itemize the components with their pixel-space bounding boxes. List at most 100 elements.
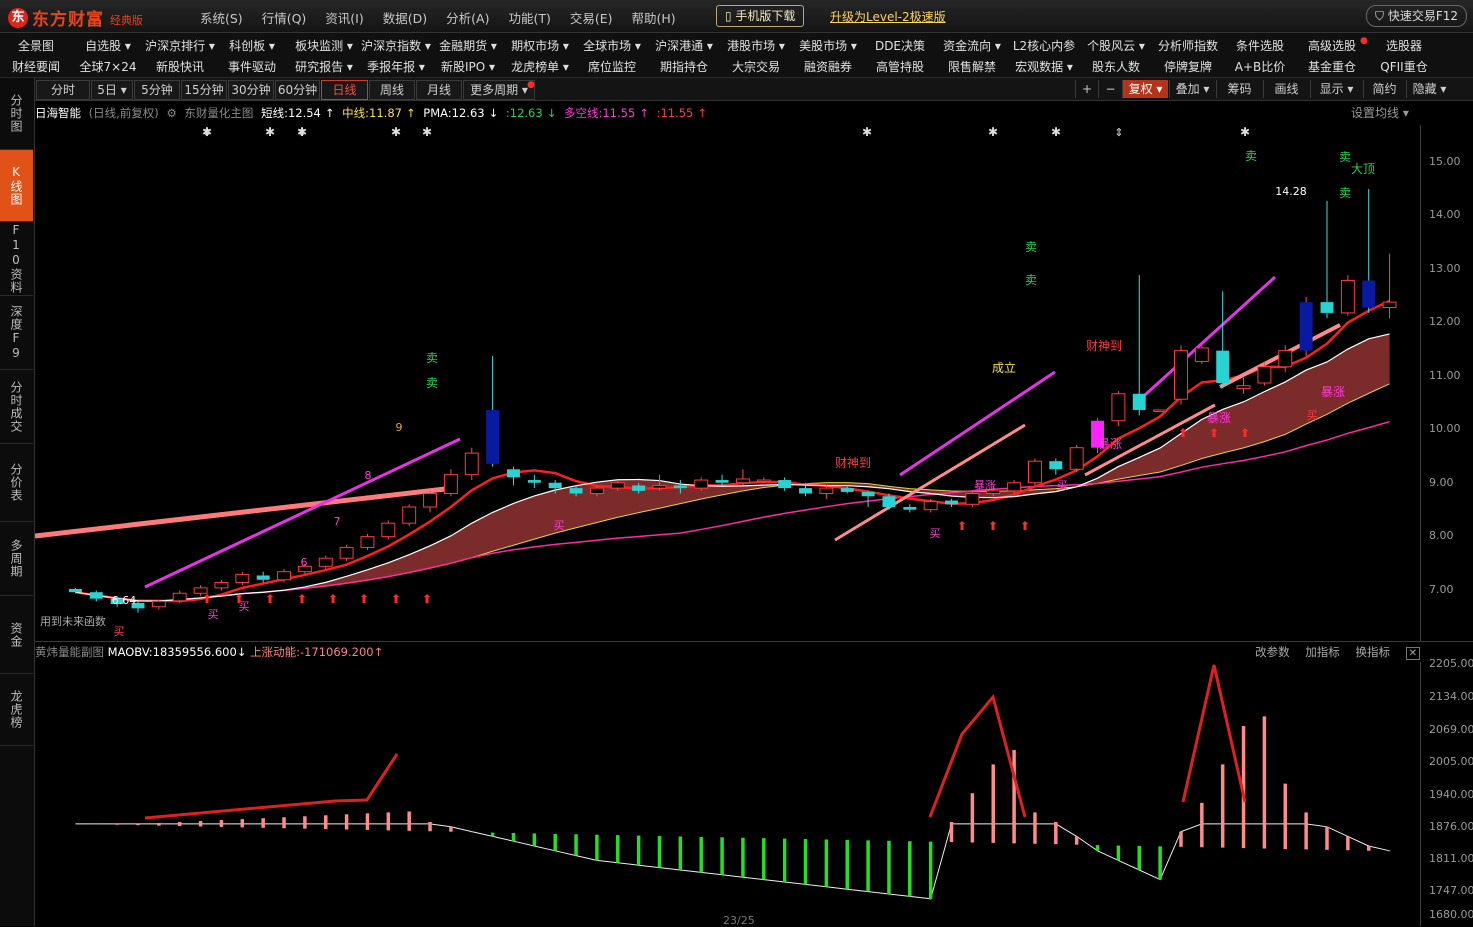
nav-item[interactable]: 财经要闻 [0, 57, 72, 77]
chart-tool-button[interactable]: 画线 [1263, 80, 1309, 98]
switch-indicator-button[interactable]: 换指标 [1355, 645, 1390, 659]
period-button[interactable]: 15分钟 [181, 80, 227, 100]
count-label: 6 [301, 556, 308, 569]
nav-item[interactable]: 新股快讯 [144, 57, 216, 77]
nav-item[interactable]: 期权市场 ▾ [504, 36, 576, 56]
nav-item[interactable]: DDE决策 [864, 36, 936, 56]
nav-item[interactable]: 条件选股 [1224, 36, 1296, 56]
period-button[interactable]: 30分钟 [228, 80, 274, 100]
period-button[interactable]: 月线 [416, 80, 462, 100]
sub-indicator-name[interactable]: 黄炜量能副图 [35, 645, 104, 659]
nav-item[interactable]: 全球7×24 [72, 57, 144, 77]
sidebar-tab[interactable]: 分时成交 [0, 370, 33, 444]
top-menu-item[interactable]: 分析(A) [446, 8, 489, 27]
nav-item[interactable]: 科创板 ▾ [216, 36, 288, 56]
nav-item[interactable]: 美股市场 ▾ [792, 36, 864, 56]
nav-item[interactable]: 沪深京指数 ▾ [360, 36, 432, 56]
candle-body [1069, 447, 1084, 470]
chart-tool-button[interactable]: 隐藏 ▾ [1406, 80, 1452, 98]
sidebar-tab[interactable]: 分时图 [0, 78, 33, 150]
period-button[interactable]: 分时 [36, 80, 90, 100]
nav-item[interactable]: 期指持仓 [648, 57, 720, 77]
volume-sub-chart[interactable] [35, 662, 1420, 924]
caishen-signal-label: 财神到 [835, 456, 871, 470]
nav-item[interactable]: 基金重仓 [1296, 57, 1368, 77]
nav-item[interactable]: 分析师指数 [1152, 36, 1224, 56]
nav-item[interactable]: 事件驱动 [216, 57, 288, 77]
nav-item[interactable]: 港股市场 ▾ [720, 36, 792, 56]
nav-item[interactable]: 个股风云 ▾ [1080, 36, 1152, 56]
nav-item[interactable]: 席位监控 [576, 57, 648, 77]
nav-item[interactable]: 全景图 [0, 36, 72, 56]
sidebar-tab[interactable]: 资金 [0, 596, 33, 674]
chart-tool-button[interactable]: − [1098, 80, 1122, 98]
nav-item[interactable]: 大宗交易 [720, 57, 792, 77]
nav-item[interactable]: 自选股 ▾ [72, 36, 144, 56]
top-menu-item[interactable]: 交易(E) [570, 8, 613, 27]
top-menu-item[interactable]: 帮助(H) [632, 8, 676, 27]
nav-item[interactable]: 停牌复牌 [1152, 57, 1224, 77]
nav-item[interactable]: 金融期货 ▾ [432, 36, 504, 56]
future-function-note: 用到未来函数 [40, 615, 106, 628]
period-button[interactable]: 周线 [369, 80, 415, 100]
add-indicator-button[interactable]: 加指标 [1305, 645, 1340, 659]
sidebar-tab[interactable]: 多周期 [0, 522, 33, 596]
stock-name[interactable]: 日海智能 [35, 106, 81, 120]
chart-tool-button[interactable]: 显示 ▾ [1310, 80, 1362, 98]
period-button[interactable]: 5日 ▾ [91, 80, 133, 100]
period-button[interactable]: 60分钟 [275, 80, 320, 100]
top-menu-item[interactable]: 功能(T) [508, 8, 550, 27]
sidebar-tab[interactable]: 龙虎榜 [0, 674, 33, 746]
nav-item[interactable]: 融资融券 [792, 57, 864, 77]
indicator-name[interactable]: 东财量化主图 [184, 106, 253, 120]
period-button[interactable]: 5分钟 [134, 80, 180, 100]
nav-item[interactable]: 高级选股 [1296, 36, 1368, 56]
nav-item[interactable]: 限售解禁 [936, 57, 1008, 77]
nav-item[interactable]: QFII重仓 [1368, 57, 1440, 77]
sidebar-tab[interactable]: 深度F9 [0, 296, 33, 370]
nav-item[interactable]: L2核心内参 [1008, 36, 1080, 56]
nav-item[interactable]: 选股器 [1368, 36, 1440, 56]
nav-item[interactable]: 龙虎榜单 ▾ [504, 57, 576, 77]
nav-item[interactable]: 板块监测 ▾ [288, 36, 360, 56]
sidebar-tab[interactable]: K线图 [0, 150, 33, 222]
nav-item[interactable]: 研究报告 ▾ [288, 57, 360, 77]
nav-item[interactable]: 资金流向 ▾ [936, 36, 1008, 56]
nav-item[interactable]: 沪深港通 ▾ [648, 36, 720, 56]
candle-body [464, 452, 479, 476]
trend-line [1143, 275, 1277, 397]
top-menu-item[interactable]: 资讯(I) [325, 8, 363, 27]
star-marker-icon: ✱ [265, 125, 275, 139]
ma-settings-button[interactable]: 设置均线 ▾ [1351, 101, 1409, 125]
nav-item[interactable]: 沪深京排行 ▾ [144, 36, 216, 56]
nav-item[interactable]: 季报年报 ▾ [360, 57, 432, 77]
chart-tool-button[interactable]: 简约 [1363, 80, 1405, 98]
mobile-download-button[interactable]: ▯ 手机版下载 [716, 5, 805, 27]
upgrade-link[interactable]: 升级为Level-2极速版 [830, 8, 946, 25]
chart-tool-button[interactable]: 复权 ▾ [1122, 80, 1168, 98]
nav-item[interactable]: 全球市场 ▾ [576, 36, 648, 56]
buy-signal-label: 买 [554, 519, 565, 532]
chart-tool-button[interactable]: 叠加 ▾ [1169, 80, 1215, 98]
change-params-button[interactable]: 改参数 [1255, 645, 1290, 659]
kline-main-chart[interactable]: ✱ ✱ ✱ ✱ ✱ ✱ ✱ ✱ ✱⇕ ⇕ ⇕卖卖卖卖卖 卖卖大顶买买买买买买买财神到财神到成立暴涨暴涨… [35, 125, 1420, 641]
period-button[interactable]: 日线 [321, 80, 368, 100]
title-bar: 东 东方财富 经典版 系统(S) 行情(Q) 资讯(I) 数据(D) 分析(A) 功能(T… [0, 0, 1473, 33]
up-arrow-icon: ↑ [405, 106, 416, 120]
nav-item[interactable]: 新股IPO ▾ [432, 57, 504, 77]
chart-tool-button[interactable]: 筹码 [1216, 80, 1262, 98]
top-menu-item[interactable]: 系统(S) [200, 8, 243, 27]
top-menu-item[interactable]: 行情(Q) [262, 8, 307, 27]
close-icon[interactable]: ✕ [1405, 647, 1420, 660]
nav-item[interactable]: 宏观数据 ▾ [1008, 57, 1080, 77]
period-button[interactable]: 更多周期 ▾ [463, 80, 535, 100]
sidebar-tab[interactable]: 分价表 [0, 444, 33, 522]
nav-item[interactable]: 高管持股 [864, 57, 936, 77]
nav-item[interactable]: A+B比价 [1224, 57, 1296, 77]
quick-trade-button[interactable]: ⛉ 快速交易F12 [1366, 5, 1468, 27]
chart-tool-button[interactable]: + [1075, 80, 1098, 98]
gear-icon[interactable]: ⚙ [166, 106, 176, 120]
top-menu-item[interactable]: 数据(D) [383, 8, 427, 27]
nav-item[interactable]: 股东人数 [1080, 57, 1152, 77]
sidebar-tab[interactable]: F10资料 [0, 222, 33, 296]
